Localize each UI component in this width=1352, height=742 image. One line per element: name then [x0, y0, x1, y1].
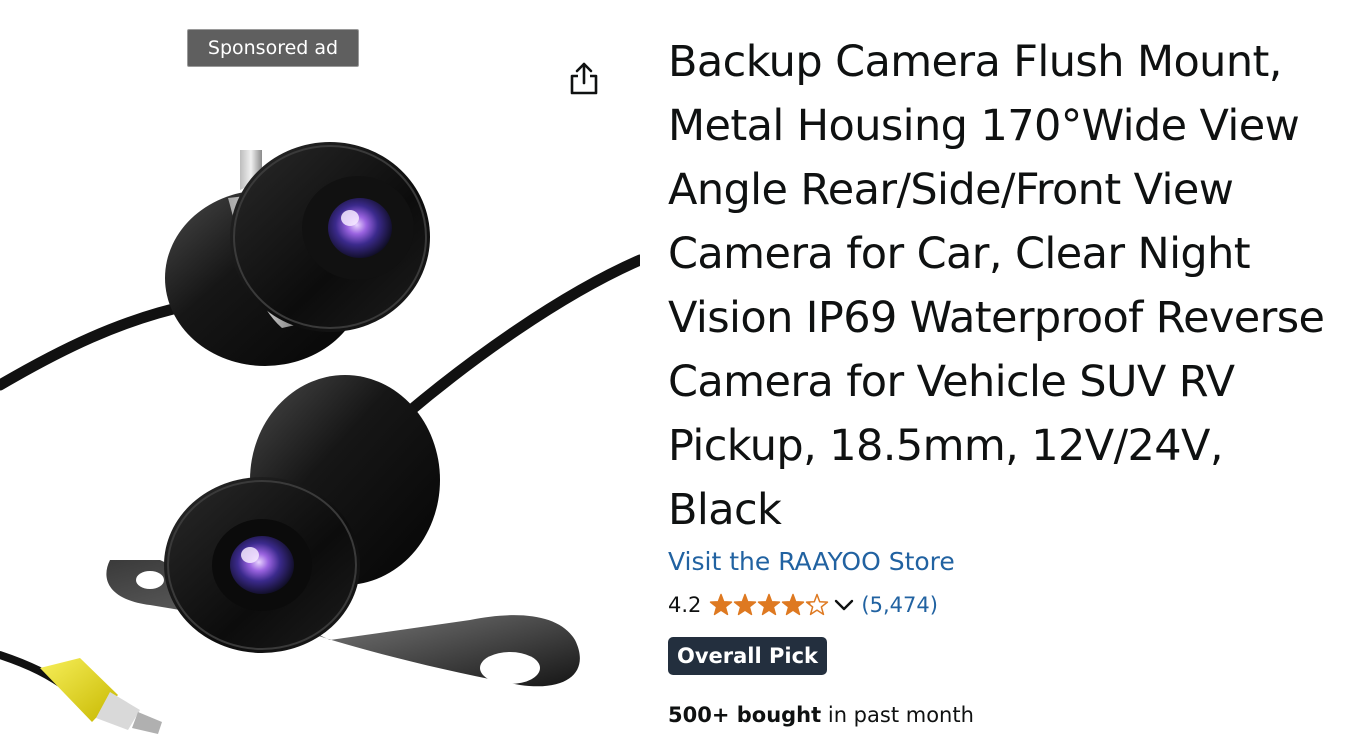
chevron-down-icon[interactable]	[833, 597, 855, 613]
rating-row: 4.2 (5,474)	[668, 591, 1338, 619]
bought-in-past-month: 500+ bought in past month	[668, 701, 1338, 729]
bought-period: in past month	[821, 703, 974, 727]
star-fill	[758, 594, 780, 615]
star-rating-icon	[710, 593, 829, 616]
review-count-link[interactable]: (5,474)	[861, 593, 938, 617]
bought-count: 500+ bought	[668, 703, 822, 727]
star-rating[interactable]	[709, 593, 829, 617]
share-icon	[570, 62, 598, 95]
product-image[interactable]	[0, 110, 640, 742]
overall-pick-badge: Overall Pick	[668, 637, 828, 675]
product-title: Backup Camera Flush Mount, Metal Housing…	[668, 37, 1325, 535]
product-info-column: Backup Camera Flush Mount, Metal Housing…	[668, 30, 1338, 729]
star-fill	[710, 594, 732, 615]
star-fill	[734, 594, 756, 615]
product-page: Sponsored ad Backup Camera Flush Mount, …	[0, 0, 1352, 742]
rating-value: 4.2	[668, 593, 702, 617]
store-link[interactable]: Visit the RAAYOO Store	[668, 545, 1338, 579]
sponsored-ad-badge[interactable]: Sponsored ad	[187, 29, 359, 67]
star-fill	[782, 594, 804, 615]
image-column: Sponsored ad	[0, 0, 640, 742]
share-button[interactable]	[562, 56, 606, 100]
